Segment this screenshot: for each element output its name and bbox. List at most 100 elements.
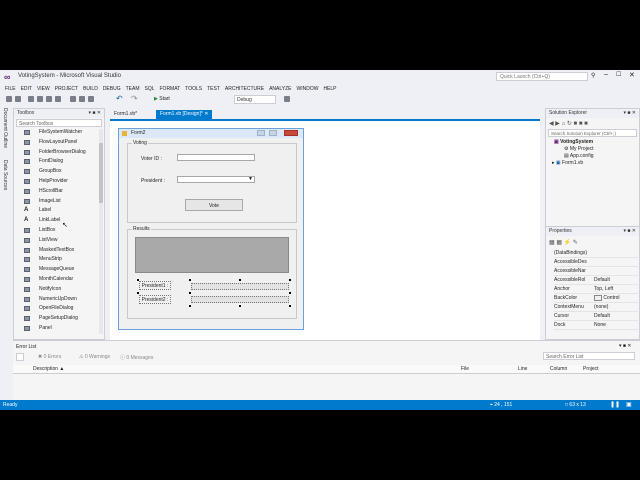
tree-item-my-project[interactable]: ⚙ My Project xyxy=(564,146,594,153)
toolbox-search-input[interactable]: Search Toolbox xyxy=(16,119,102,127)
menu-debug[interactable]: DEBUG xyxy=(103,84,121,94)
selection-handle[interactable] xyxy=(289,305,291,307)
toolbox-item[interactable]: MaskedTextBox xyxy=(14,246,102,255)
screenshot-icon[interactable]: ▣ xyxy=(626,400,632,410)
save-icon[interactable] xyxy=(46,96,52,102)
selection-handle[interactable] xyxy=(189,279,191,281)
toolbox-item[interactable]: GroupBox xyxy=(14,167,102,176)
property-row[interactable]: Anchor Top, Left xyxy=(554,285,638,294)
tree-item-app-config[interactable]: ▤ App.config xyxy=(564,153,594,160)
selection-handle[interactable] xyxy=(289,279,291,281)
property-row[interactable]: (DataBindings) xyxy=(554,249,638,258)
menu-architecture[interactable]: ARCHITECTURE xyxy=(225,84,264,94)
menu-sql[interactable]: SQL xyxy=(144,84,154,94)
tab-document-outline[interactable]: Document Outline xyxy=(2,108,8,148)
save-all-icon[interactable] xyxy=(55,96,61,102)
pin-icon[interactable]: ▾ ■ ✕ xyxy=(624,227,637,236)
messages-filter-button[interactable]: ⓘ 0 Messages xyxy=(120,354,153,361)
toolbox-item[interactable]: FlowLayoutPanel xyxy=(14,138,102,147)
forward-icon[interactable] xyxy=(15,96,21,102)
minimize-button[interactable]: – xyxy=(604,71,608,78)
toolbox-item[interactable]: FolderBrowserDialog xyxy=(14,148,102,157)
property-value[interactable]: Default xyxy=(594,276,636,284)
selection-handle[interactable] xyxy=(239,305,241,307)
property-row[interactable]: Cursor Default xyxy=(554,312,638,321)
property-row[interactable]: AccessibleDes xyxy=(554,258,638,267)
undo-icon[interactable]: ↶ xyxy=(116,94,123,103)
form-maximize-button[interactable] xyxy=(269,130,277,136)
solution-configuration-dropdown[interactable]: Debug xyxy=(234,95,276,104)
property-value[interactable]: (none) xyxy=(594,303,636,311)
solution-search-input[interactable]: Search Solution Explorer (Ctrl+;) xyxy=(548,129,637,137)
pin-icon[interactable]: ▾ ■ ✕ xyxy=(624,109,637,118)
open-file-icon[interactable] xyxy=(37,96,43,102)
voter-id-textbox[interactable] xyxy=(177,154,255,161)
toolbox-item[interactable]: ListView xyxy=(14,236,102,245)
president2-progressbar[interactable] xyxy=(191,296,289,303)
copy-icon[interactable] xyxy=(79,96,85,102)
president1-progressbar[interactable] xyxy=(191,283,289,290)
tree-item-form1[interactable]: ▸ ▣ Form1.vb xyxy=(552,160,583,167)
menu-test[interactable]: TEST xyxy=(207,84,220,94)
form-close-button[interactable] xyxy=(284,130,298,136)
close-button[interactable]: ✕ xyxy=(629,71,635,79)
toolbox-item[interactable]: NumericUpDown xyxy=(14,295,102,304)
toolbox-item[interactable]: MessageQueue xyxy=(14,265,102,274)
cut-icon[interactable] xyxy=(70,96,76,102)
pause-icon[interactable]: ❚❚ xyxy=(610,400,620,410)
format-icon[interactable] xyxy=(284,96,290,102)
error-list-controls[interactable]: ▾ ■ ✕ xyxy=(619,343,632,349)
tab-close-icon[interactable]: ✕ xyxy=(204,111,208,117)
warnings-filter-button[interactable]: ⚠ 0 Warnings xyxy=(79,354,110,360)
menu-tools[interactable]: TOOLS xyxy=(185,84,202,94)
property-value[interactable]: Top, Left xyxy=(594,285,636,293)
toolbox-item[interactable]: FontDialog xyxy=(14,157,102,166)
menu-project[interactable]: PROJECT xyxy=(55,84,78,94)
property-row[interactable]: AccessibleNar xyxy=(554,267,638,276)
selection-handle[interactable] xyxy=(137,292,139,294)
redo-icon[interactable]: ↷ xyxy=(131,94,138,103)
expand-arrow-icon[interactable]: ▸ xyxy=(552,160,555,166)
toolbox-item[interactable]: FileSystemWatcher xyxy=(14,128,102,137)
menu-window[interactable]: WINDOW xyxy=(296,84,318,94)
tab-data-sources[interactable]: Data Sources xyxy=(2,160,8,190)
new-project-icon[interactable] xyxy=(28,96,34,102)
error-list-search-input[interactable]: Search Error List xyxy=(543,352,635,360)
property-row[interactable]: BackColor Control xyxy=(554,294,638,303)
selection-handle[interactable] xyxy=(189,292,191,294)
selection-handle[interactable] xyxy=(289,292,291,294)
form-designer-window[interactable]: Form2 Voting Voter ID : President : ▼ Vo… xyxy=(118,128,304,330)
tree-item-project[interactable]: ▣ VotingSystem xyxy=(554,139,593,146)
president2-label[interactable]: President2 : xyxy=(139,295,171,304)
back-icon[interactable] xyxy=(6,96,12,102)
toolbox-item[interactable]: ListBox xyxy=(14,226,102,235)
selection-handle[interactable] xyxy=(189,305,191,307)
president-combobox[interactable]: ▼ xyxy=(177,176,255,183)
tab-form1-code[interactable]: Form1.vb* xyxy=(110,110,141,119)
property-row[interactable]: AccessibleRol Default xyxy=(554,276,638,285)
toolbox-item[interactable]: A LinkLabel xyxy=(14,216,102,225)
property-value[interactable]: None xyxy=(594,321,636,329)
menu-help[interactable]: HELP xyxy=(323,84,336,94)
vote-button[interactable]: Vote xyxy=(185,199,243,211)
column-description[interactable]: Description ▲ xyxy=(33,366,64,372)
toolbox-item[interactable]: A Label xyxy=(14,206,102,215)
error-list-filter-dropdown[interactable] xyxy=(16,353,24,361)
errors-filter-button[interactable]: ✖ 0 Errors xyxy=(38,354,61,360)
toolbox-item[interactable]: MenuStrip xyxy=(14,255,102,264)
menu-file[interactable]: FILE xyxy=(5,84,16,94)
toolbox-item[interactable]: MonthCalendar xyxy=(14,275,102,284)
toolbox-item[interactable]: OpenFileDialog xyxy=(14,304,102,313)
results-display-panel[interactable] xyxy=(135,237,289,273)
selection-handle[interactable] xyxy=(137,279,139,281)
start-button[interactable]: ▶ Start xyxy=(154,96,170,102)
column-project[interactable]: Project xyxy=(583,366,599,372)
property-value[interactable]: Default xyxy=(594,312,636,320)
column-file[interactable]: File xyxy=(461,366,469,372)
toolbox-item[interactable]: Panel xyxy=(14,324,102,333)
toolbox-item[interactable]: ImageList xyxy=(14,197,102,206)
property-value[interactable]: Control xyxy=(594,294,636,302)
paste-icon[interactable] xyxy=(88,96,94,102)
form-minimize-button[interactable] xyxy=(257,130,265,136)
president1-label[interactable]: President1 : xyxy=(139,281,171,290)
